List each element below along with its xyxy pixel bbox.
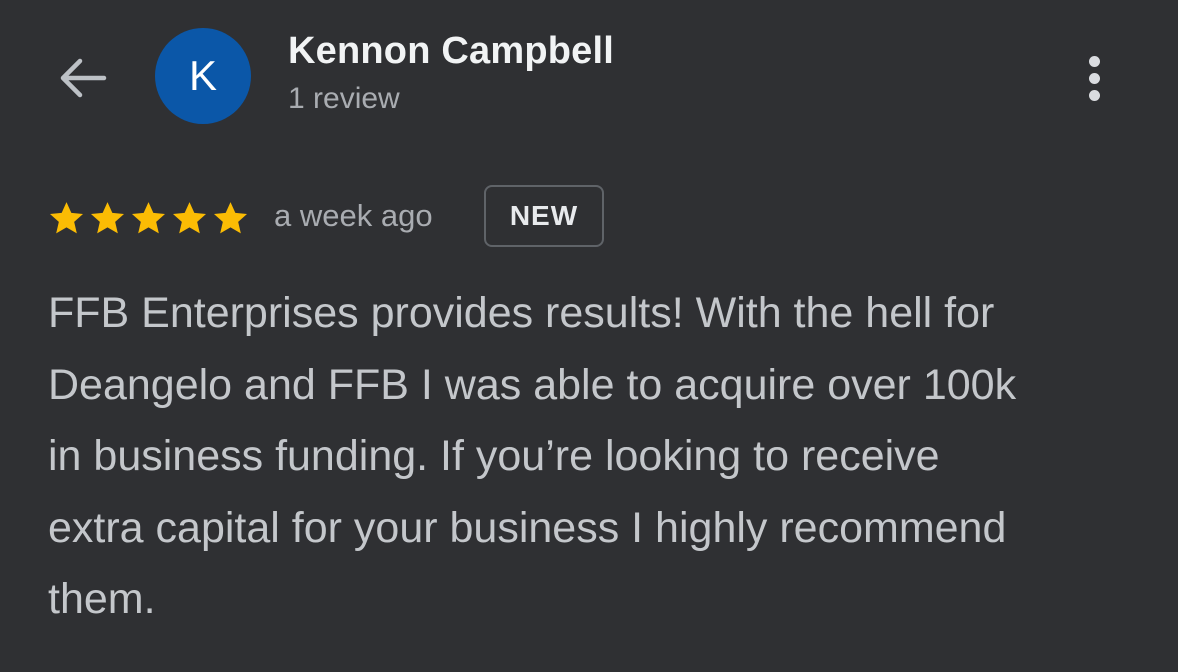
new-badge: NEW	[484, 185, 604, 247]
star-icon	[91, 202, 124, 234]
star-icon	[173, 202, 206, 234]
more-options-button[interactable]	[1072, 48, 1116, 108]
review-time: a week ago	[274, 198, 433, 233]
more-vert-icon-dot	[1088, 72, 1100, 84]
more-vert-icon	[1088, 55, 1100, 67]
review-count: 1 review	[288, 82, 400, 115]
star-icon	[214, 202, 247, 234]
star-icon	[50, 202, 83, 234]
star-rating	[46, 198, 251, 238]
arrow-left-icon	[60, 58, 107, 98]
star-icon	[132, 202, 165, 234]
back-button[interactable]	[52, 48, 112, 108]
reviewer-name[interactable]: Kennon Campbell	[288, 30, 614, 73]
review-text: FFB Enterprises provides results! With t…	[48, 289, 1017, 623]
avatar-letter: K	[188, 52, 217, 99]
more-vert-icon-dot	[1088, 89, 1100, 101]
avatar[interactable]: K	[155, 28, 251, 124]
